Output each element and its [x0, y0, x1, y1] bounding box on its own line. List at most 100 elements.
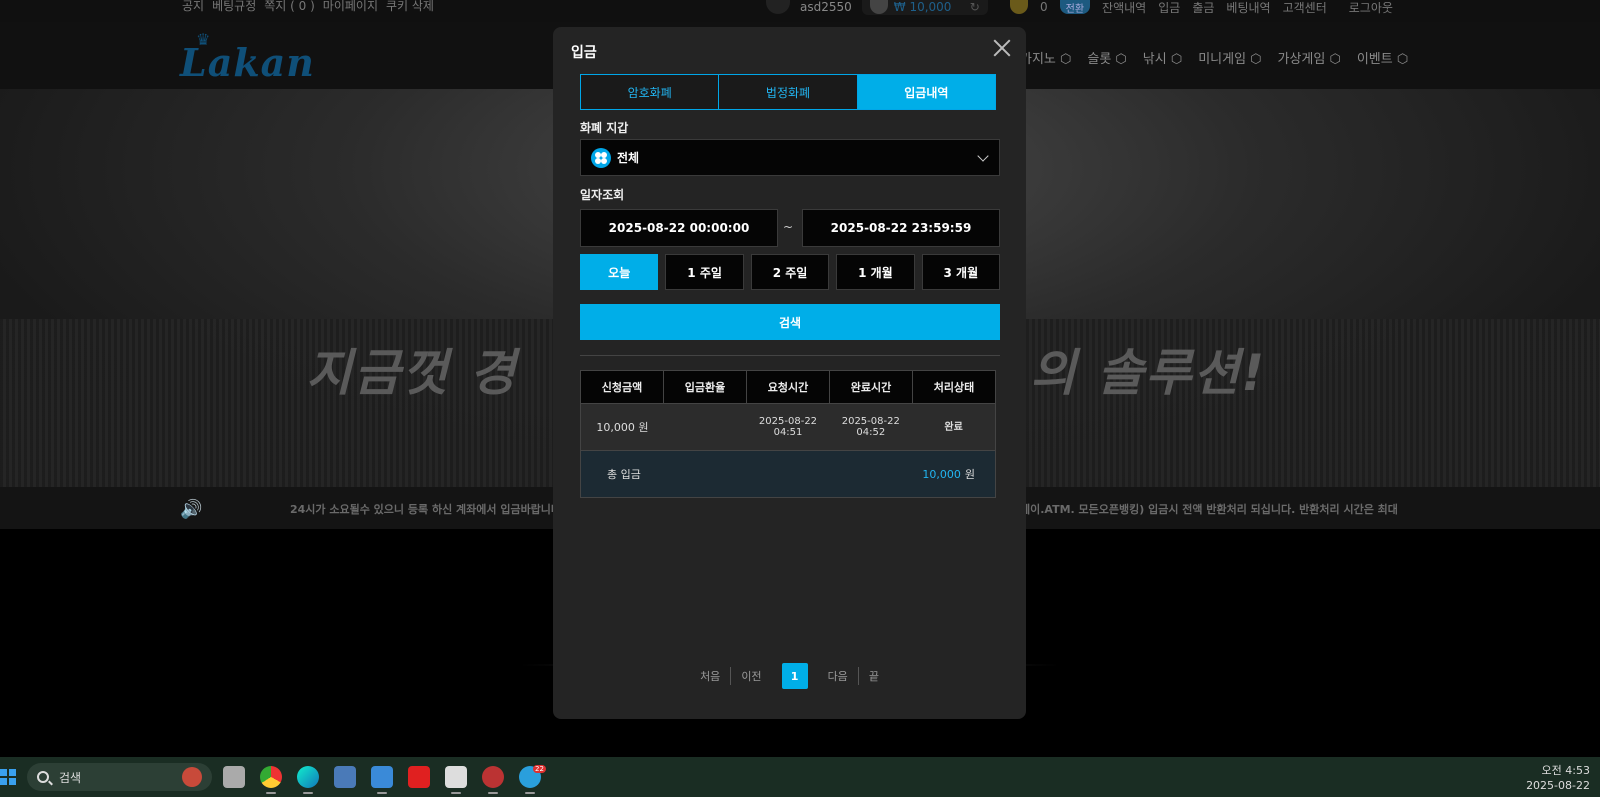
top-bar: 공지 베팅규정 쪽지 ( 0 ) 마이페이지 쿠키 삭제 asd2550 ₩ 1…	[0, 0, 1600, 22]
user-info: asd2550 ₩ 10,000 ↻	[766, 0, 988, 15]
total-label: 총 입금	[607, 468, 641, 481]
pager-last[interactable]: 끝	[859, 667, 889, 685]
total-row: 총 입금 10,000 원	[581, 450, 995, 497]
notification-badge: 22	[533, 765, 546, 773]
notice-text-right: 페이.ATM. 모든오픈뱅킹) 입금시 전액 반환처리 되십니다. 반환처리 시…	[1020, 503, 1398, 516]
username: asd2550	[800, 0, 852, 14]
top-right-menu: 0 전환 잔액내역 입금 출금 베팅내역 고객센터 로그아웃	[1010, 0, 1393, 16]
row-status: 완료	[944, 421, 963, 433]
banner-text-left: 지금껏 경	[306, 344, 518, 402]
convert-button[interactable]: 전환	[1059, 0, 1091, 15]
date-label: 일자조회	[580, 188, 625, 202]
top-link-withdraw[interactable]: 출금	[1192, 0, 1214, 16]
date-separator: ~	[783, 220, 794, 234]
top-link-clear-cookies[interactable]: 쿠키 삭제	[386, 0, 434, 14]
system-clock[interactable]: 오전 4:53 2025-08-22	[1526, 763, 1590, 793]
nav-event[interactable]: 이벤트 ⬡	[1357, 48, 1408, 67]
period-1week-button[interactable]: 1 주일	[665, 254, 744, 290]
taskbar-search[interactable]: 검색	[27, 763, 212, 791]
main-nav: 카지노 ⬡ 슬롯 ⬡ 낚시 ⬡ 미니게임 ⬡ 가상게임 ⬡ 이벤트 ⬡	[1020, 48, 1408, 67]
search-highlight-icon	[182, 767, 202, 787]
notes-icon[interactable]	[445, 766, 467, 794]
app-root: 공지 베팅규정 쪽지 ( 0 ) 마이페이지 쿠키 삭제 asd2550 ₩ 1…	[0, 0, 1600, 797]
edge-icon[interactable]	[297, 766, 319, 794]
search-button[interactable]: 검색	[580, 304, 1000, 340]
windows-start-icon[interactable]	[0, 769, 16, 785]
wallet-select-value: 전체	[617, 151, 640, 165]
pager-current[interactable]: 1	[781, 663, 808, 689]
user-avatar	[766, 0, 790, 14]
site-logo[interactable]: Lakan	[180, 40, 315, 85]
balance-box: ₩ 10,000 ↻	[861, 0, 988, 15]
tab-crypto[interactable]: 암호화폐	[581, 75, 720, 109]
table-row: 10,000 원 2025-08-22 04:51 2025-08-22 04:…	[581, 403, 995, 450]
row-complete-time: 2025-08-22 04:52	[841, 416, 900, 438]
deposit-modal: 입금 암호화폐 법정화폐 입금내역 화폐 지갑 전체 일자조회 ~ 오늘 1 주…	[553, 27, 1026, 719]
col-request-time: 요청시간	[747, 371, 830, 403]
chevron-down-icon	[977, 150, 989, 162]
pager-first[interactable]: 처음	[690, 667, 732, 685]
row-rate	[664, 404, 747, 450]
total-value: 10,000	[922, 468, 961, 481]
nav-slot[interactable]: 슬롯 ⬡	[1087, 48, 1126, 67]
pager-next[interactable]: 다음	[818, 667, 859, 685]
os-taskbar: 검색 22 오전 4:53 2025-08-22	[0, 757, 1600, 797]
top-link-logout[interactable]: 로그아웃	[1349, 0, 1393, 16]
col-complete-time: 완료시간	[830, 371, 913, 403]
refresh-icon[interactable]: ↻	[970, 0, 980, 14]
close-icon[interactable]	[991, 37, 1013, 59]
col-amount: 신청금액	[581, 371, 664, 403]
top-link-deposit[interactable]: 입금	[1158, 0, 1180, 16]
top-link-mypage[interactable]: 마이페이지	[323, 0, 378, 14]
point-coin-icon	[1010, 0, 1028, 14]
col-status: 처리상태	[913, 371, 995, 403]
top-link-bet-history[interactable]: 베팅내역	[1226, 0, 1270, 16]
clock-time: 오전 4:53	[1541, 764, 1590, 777]
period-today-button[interactable]: 오늘	[580, 254, 659, 290]
tab-deposit-history[interactable]: 입금내역	[857, 75, 995, 109]
period-3month-button[interactable]: 3 개월	[921, 254, 1001, 290]
deposit-tabs: 암호화폐 법정화폐 입금내역	[580, 74, 996, 110]
date-from-input[interactable]	[580, 209, 778, 247]
nav-casino[interactable]: 카지노 ⬡	[1020, 48, 1071, 67]
period-1month-button[interactable]: 1 개월	[836, 254, 915, 290]
nav-minigame[interactable]: 미니게임 ⬡	[1198, 48, 1261, 67]
chrome-icon[interactable]	[260, 766, 282, 794]
clock-date: 2025-08-22	[1526, 779, 1590, 792]
nav-fishing[interactable]: 낚시 ⬡	[1143, 48, 1182, 67]
notice-text-left: 24시가 소요될수 있으니 등록 하신 계좌에서 입금바랍니다	[290, 503, 562, 516]
period-buttons: 오늘 1 주일 2 주일 1 개월 3 개월	[580, 254, 1001, 290]
period-2week-button[interactable]: 2 주일	[750, 254, 830, 290]
banner-text-right: 의 솔루션!	[1030, 344, 1267, 402]
top-link-messages[interactable]: 쪽지 ( 0 )	[264, 0, 315, 14]
pagination: 처음 이전 1 다음 끝	[553, 663, 1026, 689]
table-header: 신청금액 입금환율 요청시간 완료시간 처리상태	[581, 371, 995, 403]
row-request-time: 2025-08-22 04:51	[758, 416, 818, 438]
search-icon	[37, 771, 49, 783]
won-coin-icon	[869, 0, 888, 14]
pager-prev[interactable]: 이전	[731, 667, 771, 685]
wallet-label: 화폐 지갑	[580, 121, 629, 135]
tab-fiat[interactable]: 법정화폐	[719, 75, 858, 109]
nav-virtual[interactable]: 가상게임 ⬡	[1278, 48, 1341, 67]
top-link-support[interactable]: 고객센터	[1283, 0, 1327, 16]
divider	[580, 355, 1000, 356]
app-icon[interactable]	[482, 766, 504, 794]
deposit-history-table: 신청금액 입금환율 요청시간 완료시간 처리상태 10,000 원 2025-0…	[580, 370, 996, 498]
date-to-input[interactable]	[802, 209, 1000, 247]
youtube-icon[interactable]	[408, 766, 430, 788]
task-view-icon[interactable]	[223, 766, 245, 788]
top-link-notice[interactable]: 공지	[182, 0, 204, 14]
points-value: 0	[1040, 0, 1048, 14]
top-link-rules[interactable]: 베팅규정	[212, 0, 256, 14]
modal-title: 입금	[571, 45, 597, 61]
col-rate: 입금환율	[664, 371, 747, 403]
speaker-icon: 🔊	[180, 499, 203, 520]
grid-icon	[591, 147, 611, 168]
notepad-icon[interactable]	[371, 766, 393, 794]
total-amount: 10,000 원	[922, 466, 975, 482]
wallet-select[interactable]: 전체	[580, 139, 1000, 176]
top-link-balance-history[interactable]: 잔액내역	[1102, 0, 1146, 16]
balance-value: ₩ 10,000	[893, 0, 952, 14]
calculator-icon[interactable]	[334, 766, 356, 788]
